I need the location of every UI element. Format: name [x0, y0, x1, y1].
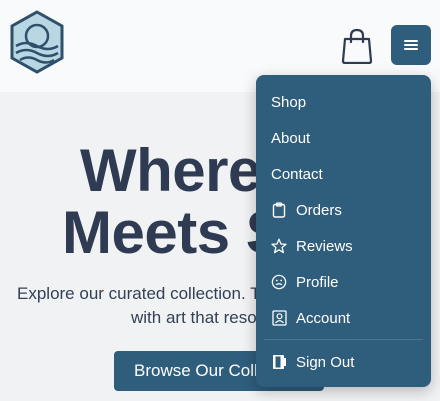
- menu-item-orders[interactable]: Orders: [256, 193, 431, 227]
- menu-item-label: Reviews: [296, 237, 353, 255]
- menu-item-label: Shop: [271, 93, 307, 111]
- menu-item-label: Profile: [296, 273, 339, 291]
- menu-item-contact[interactable]: Contact: [256, 157, 431, 191]
- site-logo-icon[interactable]: [8, 10, 66, 74]
- menu-item-shop[interactable]: Shop: [256, 85, 431, 119]
- menu-item-label: Account: [296, 309, 351, 327]
- menu-item-label: Sign Out: [296, 353, 355, 371]
- hamburger-icon: [404, 40, 418, 50]
- door-icon: [271, 354, 287, 370]
- menu-divider: [264, 339, 423, 340]
- smiley-icon: [271, 274, 287, 290]
- menu-item-sign-out[interactable]: Sign Out: [256, 345, 431, 379]
- menu-item-label: Orders: [296, 201, 342, 219]
- menu-item-reviews[interactable]: Reviews: [256, 229, 431, 263]
- star-icon: [271, 238, 287, 254]
- menu-toggle-button[interactable]: [391, 25, 431, 65]
- user-portrait-icon: [271, 310, 287, 326]
- clipboard-icon: [271, 202, 287, 218]
- menu-item-about[interactable]: About: [256, 121, 431, 155]
- shopping-bag-icon[interactable]: [340, 28, 374, 64]
- menu-item-label: About: [271, 129, 311, 147]
- nav-dropdown-menu: Shop About Contact Orders Reviews Profil…: [256, 75, 431, 387]
- menu-item-account[interactable]: Account: [256, 301, 431, 335]
- menu-item-label: Contact: [271, 165, 323, 183]
- menu-item-profile[interactable]: Profile: [256, 265, 431, 299]
